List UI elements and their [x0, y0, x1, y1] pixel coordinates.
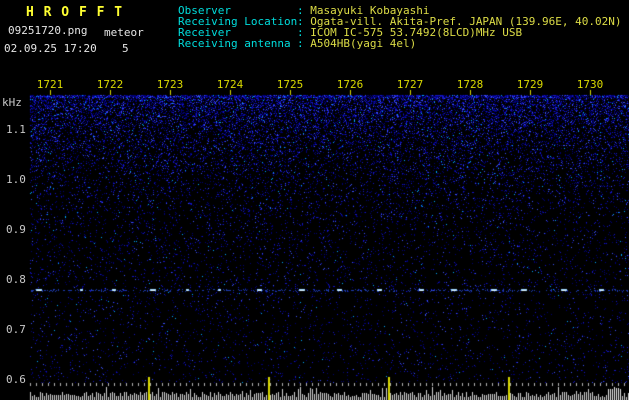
- x-tick-label: 1722: [96, 78, 124, 91]
- mode-label: meteor: [104, 26, 144, 39]
- x-tick-label: 1721: [36, 78, 64, 91]
- y-tick-label: 0.9: [6, 223, 28, 236]
- y-tick-label: 0.7: [6, 323, 28, 336]
- echo-count: 5: [122, 42, 129, 55]
- x-tick-label: 1724: [216, 78, 244, 91]
- x-tick-label: 1723: [156, 78, 184, 91]
- x-tick-label: 1725: [276, 78, 304, 91]
- y-axis-labels: 1.1 1.0 0.9 0.8 0.7 0.6: [0, 0, 30, 400]
- y-tick-label: 1.1: [6, 123, 28, 136]
- y-tick-label: 1.0: [6, 173, 28, 186]
- info-row: Receiving antenna: A504HB(yagi 4el): [178, 38, 622, 49]
- info-value: A504HB(yagi 4el): [310, 37, 416, 50]
- x-tick-label: 1730: [576, 78, 604, 91]
- x-tick-label: 1728: [456, 78, 484, 91]
- info-separator: :: [297, 37, 310, 50]
- observation-info: Observer: Masayuki KobayashiReceiving Lo…: [178, 5, 622, 49]
- hrofft-screenshot: H R O F F T 09251720.png meteor 02.09.25…: [0, 0, 629, 400]
- x-tick-label: 1729: [516, 78, 544, 91]
- y-tick-label: 0.8: [6, 273, 28, 286]
- x-axis-labels: 1721 1722 1723 1724 1725 1726 1727 1728 1729 1730: [0, 78, 629, 91]
- x-tick-label: 1727: [396, 78, 424, 91]
- y-tick-label: 0.6: [6, 373, 28, 386]
- x-tick-label: 1726: [336, 78, 364, 91]
- app-title: H R O F F T: [26, 5, 123, 20]
- spectrogram-canvas: [0, 72, 629, 400]
- info-label: Receiving antenna: [178, 38, 297, 49]
